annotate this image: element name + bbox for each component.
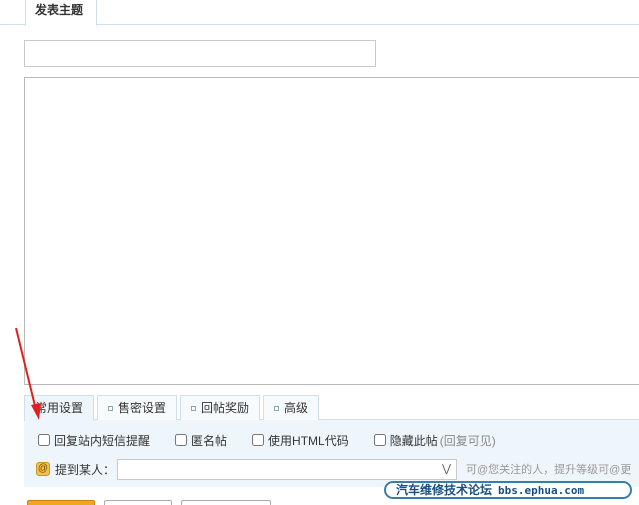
header-tab-strip: 发表主题	[0, 0, 639, 26]
hide-post-hint: (回复可见)	[439, 433, 496, 448]
square-bullet-icon	[274, 405, 280, 411]
tab-label: 售密设置	[118, 400, 167, 415]
tab-advanced[interactable]: 高级	[263, 395, 320, 420]
options-checkbox-row: 回复站内短信提醒 匿名帖 使用HTML代码 隐藏此帖 (回复可见)	[38, 431, 521, 449]
post-editor-page: 发表主题 常用设置 售密设置 回帖奖励 高级 回复站内短信提醒 匿名帖 使用HT…	[0, 0, 639, 505]
mention-input[interactable]	[118, 459, 429, 479]
submit-button[interactable]	[27, 500, 95, 505]
site-watermark: 汽车维修技术论坛 bbs.ephua.com	[384, 481, 632, 499]
tab-common-settings[interactable]: 常用设置	[24, 395, 95, 421]
mention-hint: 可@您关注的人，提升等级可@更	[466, 464, 632, 476]
tab-label: 常用设置	[35, 401, 84, 415]
tab-label: 回帖奖励	[201, 400, 250, 415]
hide-post-option[interactable]: 隐藏此帖 (回复可见)	[373, 432, 496, 449]
content-editor[interactable]	[24, 77, 639, 385]
square-bullet-icon	[108, 405, 114, 411]
options-tabs: 常用设置 售密设置 回帖奖励 高级	[24, 395, 322, 421]
html-code-option[interactable]: 使用HTML代码	[252, 432, 349, 449]
mention-row: @ 提到某人： ⋁ 可@您关注的人，提升等级可@更	[36, 458, 631, 480]
hide-post-label: 隐藏此帖	[389, 433, 438, 448]
tab-new-topic[interactable]: 发表主题	[25, 0, 97, 26]
hide-post-checkbox[interactable]	[373, 434, 386, 446]
tab-label: 高级	[284, 400, 309, 415]
save-draft-button[interactable]	[181, 500, 271, 505]
reply-notify-label: 回复站内短信提醒	[54, 433, 151, 448]
reply-notify-checkbox[interactable]	[38, 434, 50, 446]
tab-sale-settings[interactable]: 售密设置	[97, 395, 178, 420]
square-bullet-icon	[191, 405, 197, 411]
html-code-checkbox[interactable]	[252, 434, 265, 446]
watermark-url: bbs.ephua.com	[498, 484, 585, 497]
anonymous-label: 匿名帖	[191, 433, 228, 448]
anonymous-checkbox[interactable]	[175, 434, 188, 446]
anonymous-option[interactable]: 匿名帖	[175, 432, 227, 449]
double-chevron-down-icon[interactable]: ⋁	[442, 461, 451, 478]
preview-button[interactable]	[104, 500, 172, 505]
watermark-site: 汽车维修技术论坛	[396, 483, 493, 497]
tab-reply-reward[interactable]: 回帖奖励	[180, 395, 261, 420]
at-mention-icon: @	[36, 462, 50, 476]
subject-input[interactable]	[24, 40, 376, 67]
html-code-label: 使用HTML代码	[268, 433, 349, 448]
mention-label: 提到某人：	[55, 462, 116, 477]
reply-notify-option[interactable]: 回复站内短信提醒	[38, 432, 150, 449]
mention-select[interactable]: ⋁	[117, 458, 458, 480]
